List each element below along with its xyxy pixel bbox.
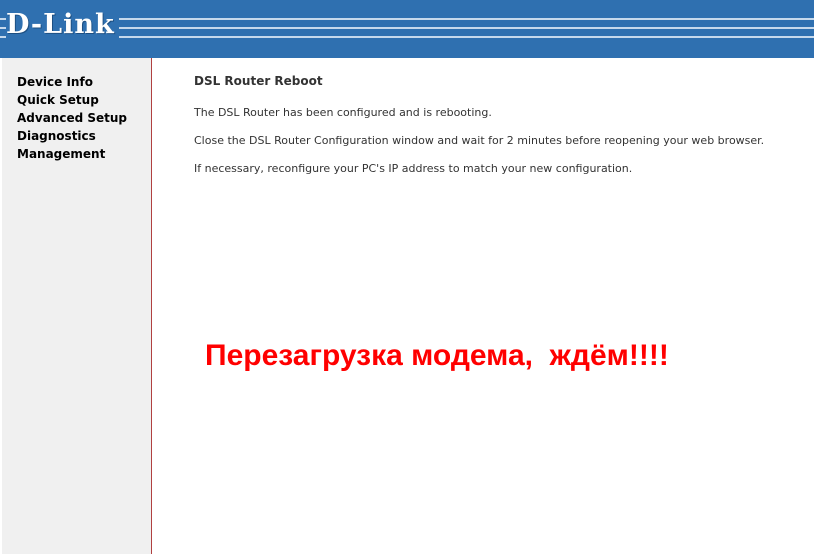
- overlay-annotation: Перезагрузка модема, ждём!!!!: [205, 339, 669, 372]
- header-banner: D-Link: [0, 0, 814, 58]
- reboot-instruction-text: Close the DSL Router Configuration windo…: [194, 134, 765, 147]
- sidebar-item-management[interactable]: Management: [17, 145, 151, 163]
- dlink-logo: D-Link: [6, 8, 119, 42]
- header-stripe: [0, 18, 814, 20]
- header-stripe: [0, 27, 814, 29]
- main-content: DSL Router Reboot The DSL Router has bee…: [194, 72, 794, 188]
- header-stripe: [0, 36, 814, 38]
- sidebar-item-quick-setup[interactable]: Quick Setup: [17, 91, 151, 109]
- reboot-status-text: The DSL Router has been configured and i…: [194, 106, 492, 119]
- sidebar-item-advanced-setup[interactable]: Advanced Setup: [17, 109, 151, 127]
- router-web-page: D-Link Device Info Quick Setup Advanced …: [0, 0, 814, 554]
- page-title: DSL Router Reboot: [194, 74, 323, 88]
- sidebar-item-device-info[interactable]: Device Info: [17, 73, 151, 91]
- sidebar-list: Device Info Quick Setup Advanced Setup D…: [2, 58, 151, 163]
- reconfigure-note-text: If necessary, reconfigure your PC's IP a…: [194, 162, 633, 175]
- sidebar-menu: Device Info Quick Setup Advanced Setup D…: [0, 58, 152, 554]
- sidebar-item-diagnostics[interactable]: Diagnostics: [17, 127, 151, 145]
